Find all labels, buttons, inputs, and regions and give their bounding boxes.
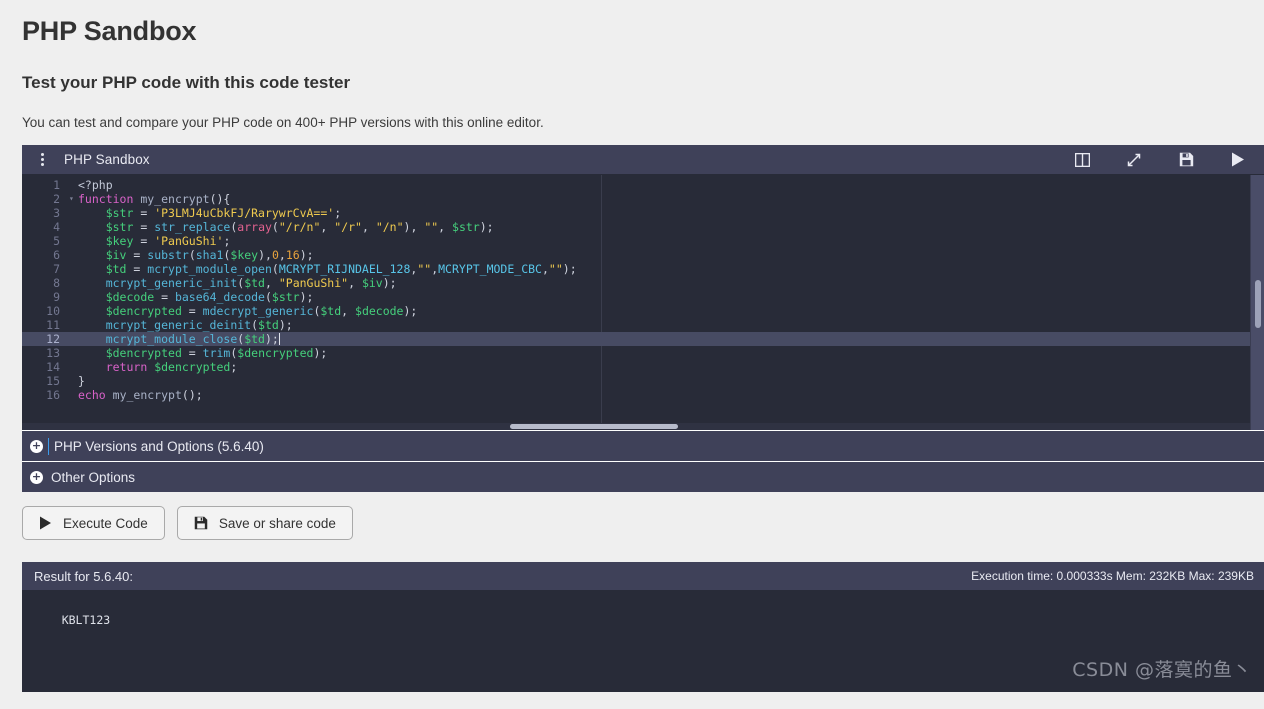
- code-lines: 1 <?php 2 ▾ function my_encrypt(){3 $str = '…: [22, 175, 1264, 402]
- execution-stats: Execution time: 0.000333s Mem: 232KB Max…: [971, 569, 1254, 583]
- line-number: 14: [46, 360, 60, 374]
- line-number: 15: [46, 374, 60, 388]
- save-or-share-label: Save or share code: [218, 515, 336, 531]
- code-line[interactable]: 5 $key = 'PanGuShi';: [22, 234, 1264, 248]
- result-panel: Result for 5.6.40: Execution time: 0.000…: [22, 562, 1264, 692]
- code-line[interactable]: 8 mcrypt_generic_init($td, "PanGuShi", $…: [22, 276, 1264, 290]
- line-number: 5: [53, 234, 60, 248]
- code-line-text: $key = 'PanGuShi';: [105, 234, 231, 248]
- save-icon[interactable]: [1160, 145, 1212, 175]
- page-subtitle: Test your PHP code with this code tester: [22, 73, 351, 92]
- code-line-text: $td = mcrypt_module_open(MCRYPT_RIJNDAEL…: [105, 262, 577, 276]
- page-title: PHP Sandbox: [22, 16, 197, 46]
- code-line[interactable]: 13 $dencrypted = trim($dencrypted);: [22, 346, 1264, 360]
- editor-toolbar-actions: [1056, 145, 1264, 175]
- panel-label: Other Options: [51, 469, 136, 485]
- page-description: You can test and compare your PHP code o…: [22, 115, 544, 130]
- execute-code-label: Execute Code: [63, 515, 148, 531]
- line-number: 9: [53, 290, 60, 304]
- code-line-text: $str = str_replace(array("/r/n", "/r", "…: [105, 220, 494, 234]
- code-line[interactable]: 15}: [22, 374, 1264, 388]
- code-line-text: $str = 'P3LMJ4uCbkFJ/RarywrCvA==';: [105, 206, 342, 220]
- line-number: 7: [53, 262, 60, 276]
- line-number: 12: [46, 332, 60, 346]
- editor-horizontal-scrollbar[interactable]: [22, 423, 1250, 430]
- result-output-text: KBLT123: [61, 613, 111, 627]
- code-line-text: }: [78, 374, 85, 388]
- code-line-text: mcrypt_generic_deinit($td);: [105, 318, 293, 332]
- code-line[interactable]: 1 <?php: [22, 178, 1264, 192]
- panel-label: PHP Versions and Options (5.6.40): [54, 438, 264, 454]
- code-line-text: function my_encrypt(){: [78, 192, 231, 206]
- save-icon: [194, 516, 208, 530]
- code-line[interactable]: 4 $str = str_replace(array("/r/n", "/r",…: [22, 220, 1264, 234]
- execute-code-button[interactable]: Execute Code: [22, 506, 165, 540]
- watermark: CSDN @落寞的鱼丶: [1072, 659, 1252, 681]
- code-line[interactable]: 7 $td = mcrypt_module_open(MCRYPT_RIJNDA…: [22, 262, 1264, 276]
- line-number: 11: [46, 318, 60, 332]
- text-caret: [48, 437, 49, 455]
- line-number: 2: [53, 192, 60, 206]
- code-line[interactable]: 3 $str = 'P3LMJ4uCbkFJ/RarywrCvA==';: [22, 206, 1264, 220]
- scrollbar-thumb[interactable]: [510, 424, 678, 429]
- code-line-text: return $dencrypted;: [105, 360, 238, 374]
- panel-other-options[interactable]: + Other Options: [22, 461, 1264, 492]
- result-output-area[interactable]: KBLT123 CSDN @落寞的鱼丶: [22, 590, 1264, 692]
- code-line[interactable]: 16 echo my_encrypt();: [22, 388, 1264, 402]
- page-header: PHP Sandbox Test your PHP code with this…: [0, 0, 1264, 132]
- scrollbar-thumb[interactable]: [1255, 280, 1261, 328]
- code-line[interactable]: 2 ▾ function my_encrypt(){: [22, 192, 1264, 206]
- editor-vertical-scrollbar[interactable]: [1250, 175, 1264, 430]
- code-area[interactable]: 1 <?php 2 ▾ function my_encrypt(){3 $str = '…: [22, 175, 1264, 430]
- plus-circle-icon: +: [30, 470, 43, 484]
- line-number: 1: [53, 178, 60, 192]
- code-line[interactable]: 14 return $dencrypted;: [22, 360, 1264, 374]
- line-number: 13: [46, 346, 60, 360]
- code-line[interactable]: 6 $iv = substr(sha1($key),0,16);: [22, 248, 1264, 262]
- editor-toolbar: PHP Sandbox: [22, 145, 1264, 175]
- plus-circle-icon: +: [30, 439, 43, 453]
- editor-title: PHP Sandbox: [64, 152, 150, 167]
- line-number: 3: [53, 206, 60, 220]
- code-line[interactable]: 11 mcrypt_generic_deinit($td);: [22, 318, 1264, 332]
- code-line-text: $dencrypted = mdecrypt_generic($td, $dec…: [105, 304, 418, 318]
- line-number: 8: [53, 276, 60, 290]
- panel-php-versions[interactable]: + PHP Versions and Options (5.6.40): [22, 430, 1264, 461]
- line-number: 16: [46, 388, 60, 402]
- run-icon: [39, 516, 52, 530]
- code-line-text: mcrypt_generic_init($td, "PanGuShi", $iv…: [105, 276, 397, 290]
- line-number: 4: [53, 220, 60, 234]
- code-line-text: $decode = base64_decode($str);: [105, 290, 314, 304]
- action-buttons: Execute Code Save or share code: [22, 506, 353, 540]
- code-line-text: mcrypt_module_close($td);: [105, 332, 280, 346]
- code-line-text: $dencrypted = trim($dencrypted);: [105, 346, 328, 360]
- code-line[interactable]: 12 mcrypt_module_close($td);: [22, 332, 1264, 346]
- line-number: 10: [46, 304, 60, 318]
- expand-icon[interactable]: [1108, 145, 1160, 175]
- text-cursor: [278, 333, 280, 345]
- code-line-text: <?php: [78, 178, 113, 192]
- split-view-icon[interactable]: [1056, 145, 1108, 175]
- run-icon[interactable]: [1212, 145, 1264, 175]
- line-number: 6: [53, 248, 60, 262]
- result-title: Result for 5.6.40:: [34, 568, 133, 584]
- code-line[interactable]: 10 $dencrypted = mdecrypt_generic($td, $…: [22, 304, 1264, 318]
- code-line-text: $iv = substr(sha1($key),0,16);: [105, 248, 314, 262]
- code-editor: PHP Sandbox 1 <?php 2 ▾ function my_encrypt(…: [22, 145, 1264, 492]
- result-header: Result for 5.6.40: Execution time: 0.000…: [22, 562, 1264, 590]
- code-line[interactable]: 9 $decode = base64_decode($str);: [22, 290, 1264, 304]
- code-line-text: echo my_encrypt();: [78, 388, 203, 402]
- code-fold-icon[interactable]: ▾: [69, 192, 74, 206]
- kebab-menu-icon[interactable]: [32, 153, 50, 166]
- save-or-share-button[interactable]: Save or share code: [176, 506, 353, 540]
